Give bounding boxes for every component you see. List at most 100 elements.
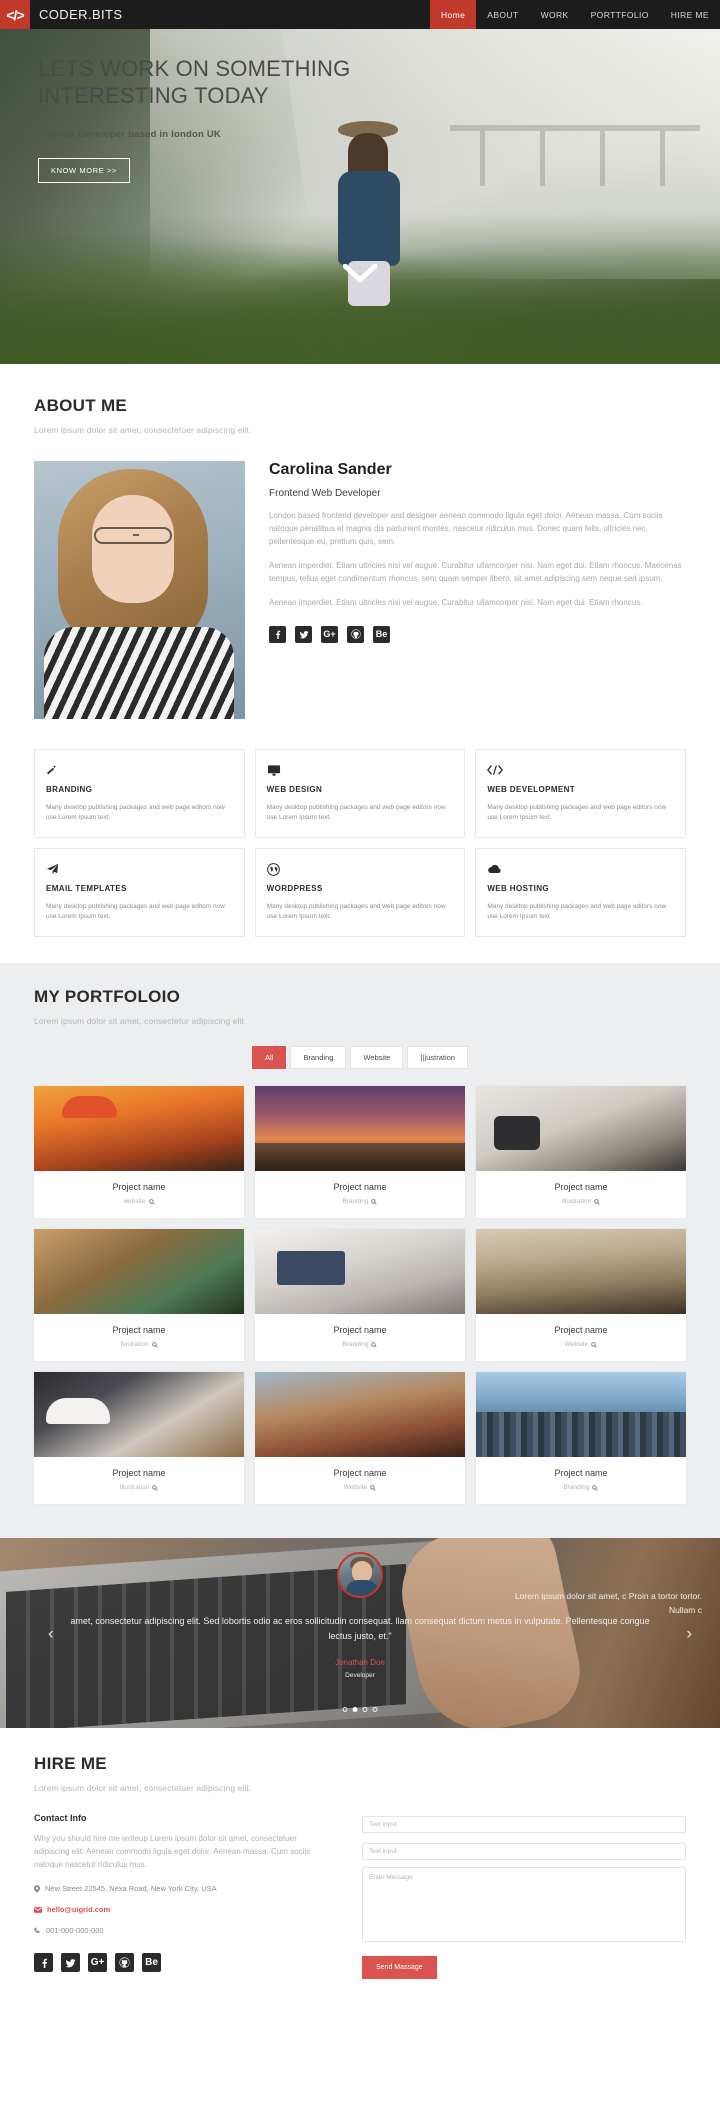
search-icon [594,1198,600,1205]
service-name: WEB DESIGN [266,785,323,794]
testimonial-dot-3[interactable] [362,1707,368,1713]
service-card-wordpress[interactable]: WORDPRESS Many desktop publishing packag… [254,848,466,938]
github-icon[interactable] [115,1953,134,1973]
brand-logo[interactable]: </> CODER.BITS [0,0,122,29]
portfolio-thumbnail [254,1086,465,1172]
service-name: WEB HOSTING [487,884,550,894]
portfolio-item[interactable]: Project name |lustration [34,1229,244,1362]
portfolio-category-label: Branding [342,1341,369,1349]
filter-branding[interactable]: Branding [290,1046,347,1070]
magic-wand-icon [46,762,233,778]
testimonial-next-preview: Lorem ipsum dolor sit amet, c Proin a to… [514,1591,702,1615]
hero-title: LETS WORK ON SOMETHING INTERESTING TODAY [38,56,351,109]
services-grid: BRANDING Many desktop publishing package… [34,749,686,938]
google-plus-icon[interactable]: G+ [88,1953,107,1973]
portfolio-item[interactable]: Project name Branding [475,1372,686,1505]
portfolio-item-name: Project name [333,1325,387,1336]
portfolio-item[interactable]: Project name Branding [254,1229,465,1362]
portfolio-subtitle: Lorem ipsum dolor sit amet, consectetur … [34,1016,245,1027]
contact-name-input[interactable] [362,1816,686,1834]
nav-item-home[interactable]: Home [430,0,477,29]
contact-message-textarea[interactable] [362,1867,686,1943]
profile-photo [34,461,245,719]
contact-phone-text: 001-000-000-000 [46,1926,104,1936]
search-icon [152,1484,158,1491]
portfolio-item-category: Branding [261,1341,459,1348]
portfolio-item[interactable]: Project name website [34,1086,244,1219]
search-icon [591,1341,597,1348]
envelope-icon [34,1906,42,1913]
behance-icon[interactable]: Be [142,1953,161,1973]
portfolio-item-category: Illustration [40,1484,238,1491]
service-desc: Many desktop publishing packages and web… [487,903,667,921]
chevron-left-icon[interactable]: ‹ [48,1625,54,1642]
portfolio-item[interactable]: Project name Website [475,1229,686,1362]
twitter-icon[interactable] [61,1953,80,1973]
google-plus-icon: G+ [321,625,338,643]
facebook-icon[interactable] [269,625,286,643]
twitter-icon[interactable] [295,625,312,643]
portfolio-category-label: |lustration [120,1341,149,1349]
hire-title: HIRE ME [34,1754,107,1774]
portfolio-thumbnail [34,1229,244,1315]
service-card-web-design[interactable]: WEB DESIGN Many desktop publishing packa… [254,749,466,839]
portfolio-item-category: Website [482,1341,680,1348]
portfolio-item-name: Project name [112,1325,166,1336]
contact-info-text: Why you should hire me writeup Lorem ips… [34,1834,311,1870]
portfolio-thumbnail [475,1086,686,1172]
map-pin-icon [34,1884,40,1893]
chevron-right-icon[interactable]: › [686,1625,692,1642]
nav-item-portfolio[interactable]: PORTTFOLIO [580,0,660,29]
hire-me-section: HIRE ME Lorem ipsum dolor sit amet, cons… [0,1728,720,2006]
search-icon [151,1341,158,1348]
filter-all[interactable]: All [252,1046,287,1070]
search-icon [370,1484,376,1491]
testimonial-dot-2[interactable] [352,1707,358,1713]
portfolio-category-label: Website [564,1341,589,1349]
nav-item-hire-me[interactable]: HIRE ME [660,0,720,29]
portfolio-category-label: Website [343,1484,368,1492]
profile-role: Frontend Web Developer [269,488,381,499]
portfolio-grid: Project name website Project name Brandi… [34,1086,686,1505]
portfolio-thumbnail [254,1372,465,1458]
portfolio-filters: All Branding Website |||ustration [34,1046,686,1070]
portfolio-category-label: website [123,1198,146,1206]
filter-website[interactable]: Website [350,1046,404,1070]
service-desc: Many desktop publishing packages and web… [46,804,225,822]
facebook-icon[interactable] [34,1953,53,1973]
portfolio-item-category: Illustration [482,1198,680,1205]
portfolio-item[interactable]: Project name Illustration [34,1372,244,1505]
portfolio-item[interactable]: Project name Website [254,1372,465,1505]
filter-illustration[interactable]: |||ustration [407,1046,468,1070]
service-name: WORDPRESS [266,884,323,894]
about-paragraph-1: London based frontend developer and desi… [269,511,663,546]
chevron-down-icon[interactable] [343,264,377,284]
contact-phone: 001-000-000-000 [34,1926,334,1935]
contact-address-text: New Street 22545, Nexa Road, New York Ci… [45,1884,217,1894]
portfolio-item[interactable]: Project name Illustration [475,1086,686,1219]
service-card-branding[interactable]: BRANDING Many desktop publishing package… [34,749,245,839]
contact-email-input[interactable] [362,1843,686,1861]
testimonial-role: Developer [345,1671,375,1679]
testimonial-dot-4[interactable] [372,1707,378,1713]
portfolio-item-category: website [40,1198,238,1205]
contact-form: Send Massage [362,1813,686,1980]
portfolio-thumbnail [475,1229,686,1315]
know-more-button[interactable]: KNOW MORE >> [38,158,130,184]
contact-info-block: Contact Info Why you should hire me writ… [34,1813,334,1979]
contact-email[interactable]: hello@uigrid.com [34,1905,334,1914]
service-name: BRANDING [46,785,93,794]
testimonial-dots [342,1707,378,1713]
send-message-button[interactable]: Send Massage [362,1956,437,1980]
nav-item-about[interactable]: ABOUT [476,0,529,29]
phone-icon [34,1927,40,1934]
service-card-web-development[interactable]: WEB DEVELOPMENT Many desktop publishing … [475,749,686,839]
service-card-email-templates[interactable]: EMAIL TEMPLATES Many desktop publishing … [34,848,245,938]
portfolio-item[interactable]: Project name Branding [254,1086,465,1219]
service-card-web-hosting[interactable]: WEB HOSTING Many desktop publishing pack… [475,848,686,938]
github-icon[interactable] [347,625,364,643]
testimonial-dot-1[interactable] [342,1707,348,1713]
nav-item-work[interactable]: WORK [530,0,580,29]
nav-links: Home ABOUT WORK PORTTFOLIO HIRE ME [430,0,720,29]
testimonial-author: Jonathan Doe [335,1657,385,1667]
